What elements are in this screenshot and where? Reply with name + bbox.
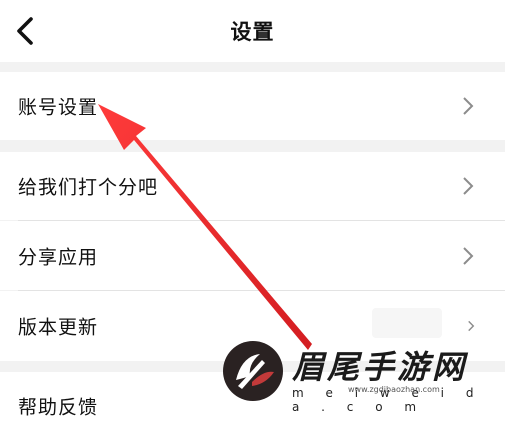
watermark-url-secondary: www.zgdibaozhan.com [348, 385, 440, 394]
blur-patch [372, 308, 442, 338]
chevron-right-icon [463, 177, 474, 195]
settings-item-rate-us[interactable]: 给我们打个分吧 [0, 152, 505, 220]
chevron-right-icon [463, 97, 474, 115]
settings-item-label: 帮助反馈 [18, 396, 99, 419]
page-title: 设置 [230, 20, 275, 44]
chevron-right-icon [463, 246, 474, 265]
top-bar: 设置 [0, 0, 505, 62]
settings-item-help[interactable]: 帮助反馈 [0, 372, 505, 432]
settings-item-label: 版本更新 [18, 316, 99, 339]
settings-item-label: 给我们打个分吧 [18, 176, 159, 199]
settings-item-account[interactable]: 账号设置 [0, 72, 505, 140]
settings-item-label: 账号设置 [18, 96, 99, 119]
chevron-right-icon [468, 320, 475, 332]
settings-item-share[interactable]: 分享应用 [0, 221, 505, 290]
settings-item-label: 分享应用 [18, 246, 99, 268]
